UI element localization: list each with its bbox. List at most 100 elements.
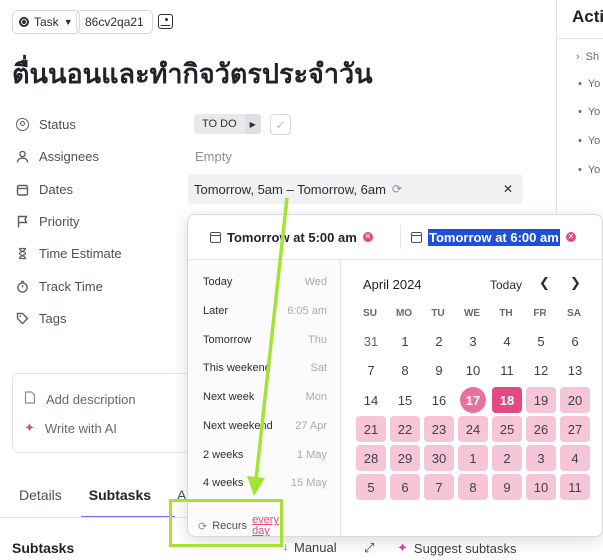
status-button[interactable]: TO DO ▶ bbox=[194, 114, 261, 134]
calendar-day[interactable]: 8 bbox=[458, 474, 488, 500]
calendar-day[interactable]: 15 bbox=[390, 387, 420, 413]
subtasks-heading: Subtasks bbox=[12, 540, 75, 556]
calendar-day[interactable]: 22 bbox=[390, 416, 420, 442]
dates-input[interactable]: Tomorrow, 5am – Tomorrow, 6am ⟳ ✕ bbox=[188, 174, 523, 204]
weekday-header: SU bbox=[363, 308, 377, 319]
description-box[interactable] bbox=[12, 373, 202, 453]
calendar-day[interactable]: 11 bbox=[492, 357, 522, 383]
quick-option-label: Tomorrow bbox=[203, 334, 252, 346]
prev-month-icon[interactable]: ❮ bbox=[539, 275, 550, 291]
clear-dates-icon[interactable]: ✕ bbox=[503, 182, 513, 196]
quick-option[interactable]: Later 6:05 am bbox=[203, 305, 327, 317]
task-id-badge[interactable]: 86cv2qa21 bbox=[76, 10, 153, 34]
field-label-priority: Priority bbox=[39, 213, 80, 229]
expand-button[interactable]: ⤢ bbox=[364, 540, 374, 556]
calendar-day[interactable]: 13 bbox=[560, 357, 590, 383]
end-date-field[interactable]: Tomorrow at 6:00 am ✕ bbox=[411, 228, 576, 246]
sparkle-icon: ✦ bbox=[24, 420, 35, 435]
calendar-day[interactable]: 4 bbox=[492, 328, 522, 354]
suggest-subtasks-button[interactable]: ✦ Suggest subtasks bbox=[397, 540, 517, 556]
calendar-day[interactable]: 2 bbox=[492, 445, 522, 471]
end-date-value: Tomorrow at 6:00 am bbox=[428, 228, 560, 246]
manual-sort-button[interactable]: ↓ Manual bbox=[283, 540, 337, 555]
quick-option[interactable]: This weekend Sat bbox=[203, 362, 327, 374]
quick-option[interactable]: Next week Mon bbox=[203, 391, 327, 403]
quick-option[interactable]: 4 weeks 15 May bbox=[203, 477, 327, 489]
calendar-day[interactable]: 6 bbox=[390, 474, 420, 500]
calendar-day[interactable]: 11 bbox=[560, 474, 590, 500]
calendar-day[interactable]: 30 bbox=[424, 445, 454, 471]
tab-subtasks[interactable]: Subtasks bbox=[80, 480, 176, 518]
calendar-day[interactable]: 20 bbox=[560, 387, 590, 413]
calendar-day[interactable]: 24 bbox=[458, 416, 488, 442]
calendar-day[interactable]: 7 bbox=[356, 357, 386, 383]
quick-option-label: Next week bbox=[203, 391, 255, 403]
quick-option-label: Today bbox=[203, 276, 233, 288]
calendar-day[interactable]: 18 bbox=[492, 387, 522, 413]
field-track-time: Track Time bbox=[16, 275, 103, 297]
calendar-day[interactable]: 26 bbox=[526, 416, 556, 442]
calendar-day[interactable]: 3 bbox=[458, 328, 488, 354]
date-divider bbox=[400, 225, 401, 249]
quick-option[interactable]: Next weekend 27 Apr bbox=[203, 420, 327, 432]
task-title[interactable]: ตื่นนอนและทำกิจวัตรประจำวัน bbox=[12, 52, 373, 95]
calendar-day[interactable]: 9 bbox=[424, 357, 454, 383]
field-label-status: Status bbox=[39, 116, 76, 132]
calendar-day[interactable]: 9 bbox=[492, 474, 522, 500]
image-icon[interactable] bbox=[158, 14, 173, 29]
task-type-icon bbox=[19, 17, 29, 27]
calendar-day[interactable]: 10 bbox=[458, 357, 488, 383]
complete-checkbox[interactable]: ✓ bbox=[270, 114, 291, 135]
calendar-day[interactable]: 6 bbox=[560, 328, 590, 354]
next-month-icon[interactable]: ❯ bbox=[570, 275, 581, 291]
calendar-day[interactable]: 31 bbox=[356, 328, 386, 354]
calendar-day[interactable]: 28 bbox=[356, 445, 386, 471]
field-time-estimate: Time Estimate bbox=[16, 242, 122, 264]
clear-start-icon[interactable]: ✕ bbox=[362, 232, 373, 242]
quick-option-hint: 6:05 am bbox=[287, 305, 327, 317]
start-date-field[interactable]: Tomorrow at 5:00 am ✕ bbox=[210, 228, 373, 246]
calendar-day[interactable]: 14 bbox=[356, 387, 386, 413]
calendar-day[interactable]: 5 bbox=[526, 328, 556, 354]
activity-item: • Yo bbox=[578, 106, 601, 118]
calendar-day[interactable]: 12 bbox=[526, 357, 556, 383]
hourglass-icon bbox=[16, 247, 29, 260]
calendar-day[interactable]: 3 bbox=[526, 445, 556, 471]
calendar-day[interactable]: 5 bbox=[356, 474, 386, 500]
repeat-icon: ⟳ bbox=[391, 182, 403, 196]
calendar-day[interactable]: 25 bbox=[492, 416, 522, 442]
clear-end-icon[interactable]: ✕ bbox=[565, 232, 576, 242]
task-type-selector[interactable]: Task ▼ bbox=[12, 10, 80, 34]
weekday-header: TH bbox=[499, 308, 513, 319]
quick-option[interactable]: Tomorrow Thu bbox=[203, 334, 327, 346]
calendar-day[interactable]: 17 bbox=[460, 387, 486, 413]
field-tags: Tags bbox=[16, 307, 66, 329]
calendar-day[interactable]: 4 bbox=[560, 445, 590, 471]
calendar-day[interactable]: 1 bbox=[390, 328, 420, 354]
quick-option-hint: Mon bbox=[305, 391, 327, 403]
field-status: Status bbox=[16, 113, 76, 135]
calendar-day[interactable]: 10 bbox=[526, 474, 556, 500]
calendar-today-button[interactable]: Today bbox=[490, 278, 522, 292]
calendar-day[interactable]: 16 bbox=[424, 387, 454, 413]
calendar-day[interactable]: 27 bbox=[560, 416, 590, 442]
quick-option[interactable]: 2 weeks 1 May bbox=[203, 449, 327, 461]
add-description-button[interactable]: Add description bbox=[24, 391, 136, 407]
calendar-day[interactable]: 8 bbox=[390, 357, 420, 383]
calendar-day[interactable]: 29 bbox=[390, 445, 420, 471]
calendar-day[interactable]: 7 bbox=[424, 474, 454, 500]
quick-option-label: This weekend bbox=[203, 362, 271, 374]
write-with-ai-button[interactable]: ✦ Write with AI bbox=[24, 420, 117, 436]
quick-option[interactable]: Today Wed bbox=[203, 276, 327, 288]
status-icon bbox=[16, 117, 29, 131]
calendar-day[interactable]: 2 bbox=[424, 328, 454, 354]
expand-icon: ⤢ bbox=[364, 540, 375, 555]
tab-details[interactable]: Details bbox=[0, 480, 81, 518]
calendar-day[interactable]: 21 bbox=[356, 416, 386, 442]
assignees-empty[interactable]: Empty bbox=[195, 149, 232, 164]
chevron-right-icon[interactable]: ▶ bbox=[244, 114, 261, 134]
activity-item[interactable]: › Sh bbox=[576, 51, 599, 63]
calendar-day[interactable]: 19 bbox=[526, 387, 556, 413]
calendar-day[interactable]: 23 bbox=[424, 416, 454, 442]
calendar-day[interactable]: 1 bbox=[458, 445, 488, 471]
